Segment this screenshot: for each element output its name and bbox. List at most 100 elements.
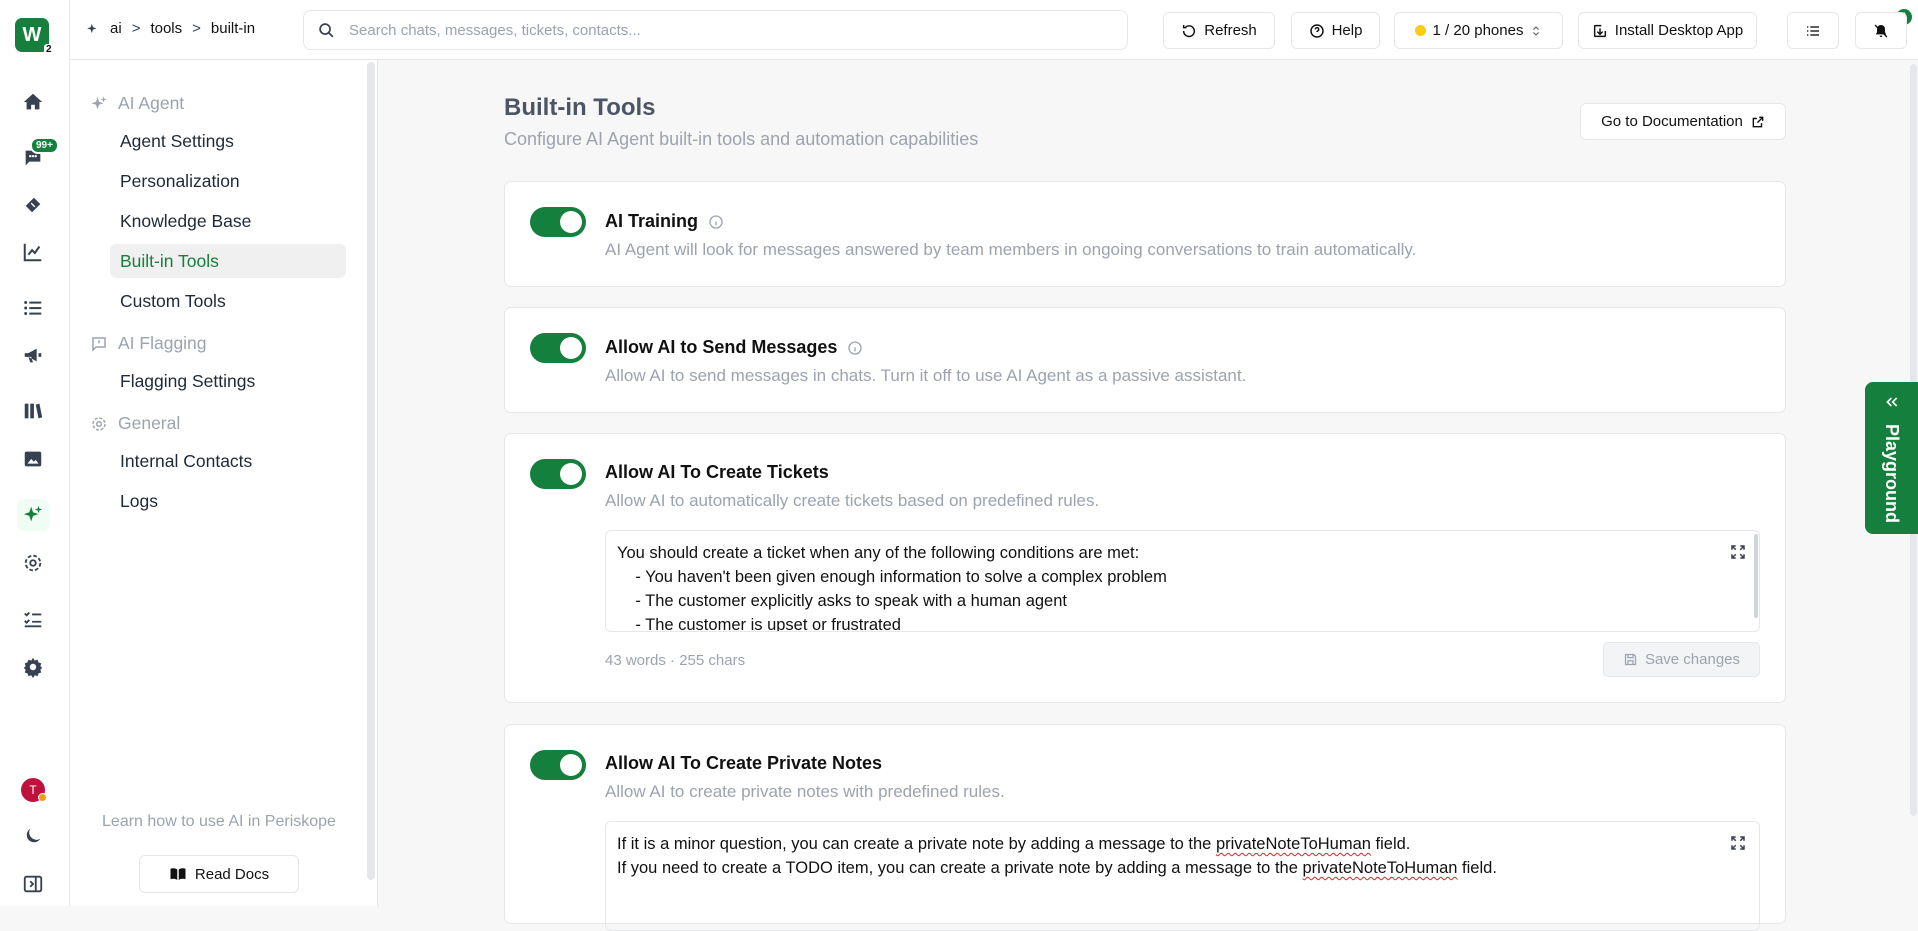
gear-icon xyxy=(92,416,106,431)
collapse-sidebar-icon[interactable] xyxy=(17,868,49,900)
tool-title-text: Allow AI To Create Tickets xyxy=(605,462,829,482)
tool-description: Allow AI to automatically create tickets… xyxy=(605,491,1100,510)
learn-ai-link[interactable]: Learn how to use AI in Periskope xyxy=(70,813,368,831)
tool-card-create-tickets: Allow AI To Create Tickets Allow AI to a… xyxy=(504,433,1786,703)
read-docs-button[interactable]: Read Docs xyxy=(139,855,299,893)
notifications-button[interactable] xyxy=(1855,12,1907,49)
rule-line: - You haven't been given enough informat… xyxy=(617,568,1167,586)
sidebar-item-agent-settings[interactable]: Agent Settings xyxy=(110,124,346,158)
logo-subscript: 2 xyxy=(44,44,54,55)
playground-tab[interactable]: Playground xyxy=(1865,382,1918,534)
ticket-rules-textarea[interactable]: You should create a ticket when any of t… xyxy=(605,530,1760,632)
misspelled-field-name: privateNoteToHuman xyxy=(1215,835,1371,853)
phone-status-dot xyxy=(1414,25,1426,36)
expand-icon[interactable] xyxy=(1729,834,1747,852)
tool-title-text: AI Training xyxy=(605,211,699,231)
help-button[interactable]: Help xyxy=(1291,12,1380,49)
save-changes-button[interactable]: Save changes xyxy=(1603,642,1760,677)
icon-rail: W 2 99+ T xyxy=(0,0,70,906)
chevrons-left-icon xyxy=(1885,397,1897,407)
sidebar-item-personalization[interactable]: Personalization xyxy=(110,164,346,198)
top-bar: ai > tools > built-in Refresh Help 1 / 2… xyxy=(70,0,1918,60)
search-icon xyxy=(319,22,334,37)
sidebar-item-flagging-settings[interactable]: Flagging Settings xyxy=(110,364,346,398)
section-label: AI Flagging xyxy=(118,333,207,353)
section-ai-agent: AI Agent xyxy=(90,93,184,114)
media-icon[interactable] xyxy=(17,443,49,475)
breadcrumb: ai > tools > built-in xyxy=(86,20,255,37)
sidebar-item-knowledge-base[interactable]: Knowledge Base xyxy=(110,204,346,238)
playground-label: Playground xyxy=(1882,424,1902,524)
chevron-up-down-icon xyxy=(1533,25,1540,36)
tool-card-ai-training: AI Training AI Agent will look for messa… xyxy=(504,181,1786,287)
gear-icon[interactable] xyxy=(17,651,49,683)
tool-title: Allow AI To Create Private Notes xyxy=(605,753,882,774)
home-icon[interactable] xyxy=(17,86,49,118)
settings-cog-icon[interactable] xyxy=(17,547,49,579)
refresh-button[interactable]: Refresh xyxy=(1163,12,1275,49)
tool-description: AI Agent will look for messages answered… xyxy=(605,240,1417,259)
private-notes-textarea[interactable]: If it is a minor question, you can creat… xyxy=(605,821,1760,931)
sidebar-scrollbar[interactable] xyxy=(367,62,375,880)
rule-line: If you need to create a TODO item, you c… xyxy=(617,856,1748,880)
info-icon[interactable] xyxy=(847,340,863,356)
phones-label: 1 / 20 phones xyxy=(1432,22,1524,39)
phones-selector[interactable]: 1 / 20 phones xyxy=(1394,12,1563,49)
help-label: Help xyxy=(1331,22,1363,39)
list-icon[interactable] xyxy=(17,292,49,324)
external-link-icon xyxy=(1752,116,1764,127)
breadcrumb-ai[interactable]: ai xyxy=(110,20,122,37)
analytics-icon[interactable] xyxy=(17,236,49,268)
sidebar-item-internal-contacts[interactable]: Internal Contacts xyxy=(110,444,346,478)
search-bar[interactable] xyxy=(303,10,1128,50)
main-content: Built-in Tools Configure AI Agent built-… xyxy=(378,60,1918,931)
misspelled-field-name: privateNoteToHuman xyxy=(1302,859,1458,877)
private-notes-toggle[interactable] xyxy=(530,750,586,780)
sidebar-item-built-in-tools[interactable]: Built-in Tools xyxy=(110,244,346,278)
book-open-icon xyxy=(170,868,186,880)
rule-text: If you need to create a TODO item, you c… xyxy=(617,859,1303,877)
section-label: General xyxy=(118,413,181,433)
tool-title: Allow AI To Create Tickets xyxy=(605,462,829,483)
tool-description: Allow AI to create private notes with pr… xyxy=(605,782,1005,801)
rule-text: field. xyxy=(1457,859,1497,877)
bell-off-icon xyxy=(1874,24,1888,37)
checklist-icon[interactable] xyxy=(17,603,49,635)
download-icon xyxy=(1593,24,1606,37)
install-desktop-app-button[interactable]: Install Desktop App xyxy=(1578,12,1757,49)
tickets-icon[interactable] xyxy=(17,189,49,221)
status-dot xyxy=(38,793,47,802)
sidebar-item-logs[interactable]: Logs xyxy=(110,484,346,518)
ai-training-toggle[interactable] xyxy=(530,207,586,237)
ai-sparkle-icon[interactable] xyxy=(17,499,49,531)
flag-message-icon xyxy=(92,336,106,352)
rule-line: You should create a ticket when any of t… xyxy=(617,544,1140,562)
sidebar-item-custom-tools[interactable]: Custom Tools xyxy=(110,284,346,318)
rule-line: - The customer explicitly asks to speak … xyxy=(617,592,1067,610)
send-messages-toggle[interactable] xyxy=(530,333,586,363)
tool-title-text: Allow AI to Send Messages xyxy=(605,337,838,357)
rule-line: If it is a minor question, you can creat… xyxy=(617,832,1748,856)
tool-title: AI Training xyxy=(605,211,724,232)
breadcrumb-separator: > xyxy=(192,20,201,37)
sparkle-icon xyxy=(87,23,97,33)
save-icon xyxy=(1624,653,1637,666)
breadcrumb-built-in[interactable]: built-in xyxy=(211,20,255,37)
tool-card-private-notes: Allow AI To Create Private Notes Allow A… xyxy=(504,724,1786,931)
sparkle-icon xyxy=(91,96,107,109)
breadcrumb-tools[interactable]: tools xyxy=(150,20,182,37)
library-icon[interactable] xyxy=(17,395,49,427)
expand-icon[interactable] xyxy=(1729,543,1747,561)
section-ai-flagging: AI Flagging xyxy=(90,333,207,354)
textarea-scrollbar[interactable] xyxy=(1754,534,1758,618)
dark-mode-moon-icon[interactable] xyxy=(17,820,49,852)
broadcast-icon[interactable] xyxy=(17,339,49,371)
create-tickets-toggle[interactable] xyxy=(530,459,586,489)
rule-text: If it is a minor question, you can creat… xyxy=(617,835,1216,853)
word-char-count: 43 words · 255 chars xyxy=(605,652,746,669)
go-to-documentation-button[interactable]: Go to Documentation xyxy=(1580,103,1786,140)
info-icon[interactable] xyxy=(708,214,724,230)
search-input[interactable] xyxy=(349,21,1109,39)
page-subtitle: Configure AI Agent built-in tools and au… xyxy=(504,129,979,149)
tasks-button[interactable] xyxy=(1787,12,1839,49)
